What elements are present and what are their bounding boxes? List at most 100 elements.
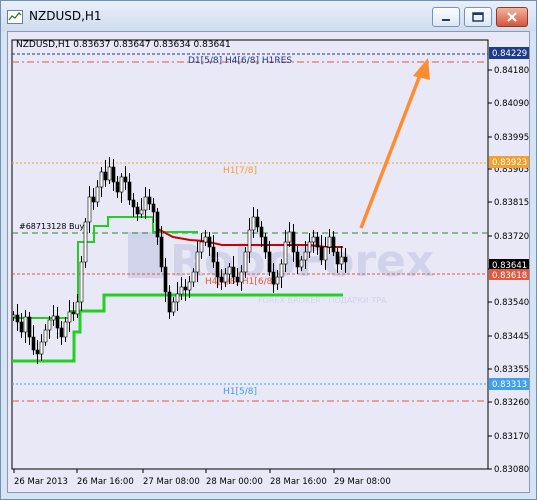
candle-body xyxy=(335,251,340,265)
candle-body xyxy=(247,229,252,253)
candle-body xyxy=(159,236,164,268)
x-tick-label: 28 Mar 00:00 xyxy=(206,477,263,487)
candle-body xyxy=(183,286,188,291)
svg-text:0.83923: 0.83923 xyxy=(492,158,527,168)
candle-body xyxy=(31,336,36,351)
chart-canvas[interactable]: RoboForex FOREX BROKER · ПОДАРКИ ТРА NZD… xyxy=(8,32,529,492)
chart-header: NZDUSD,H1 0.83637 0.83647 0.83634 0.8364… xyxy=(16,40,231,50)
candle-body xyxy=(63,321,68,338)
candle-body xyxy=(263,236,268,253)
candle-body xyxy=(79,261,84,303)
candle-body xyxy=(47,319,52,331)
y-tick-label: 0.83170 xyxy=(494,432,529,442)
y-tick-label: 0.83445 xyxy=(494,332,529,342)
candle-body xyxy=(39,341,44,355)
candle-body xyxy=(127,181,132,201)
candle-body xyxy=(75,301,80,315)
x-tick-label: 26 Mar 2013 xyxy=(14,477,68,487)
price-chart[interactable]: RoboForex FOREX BROKER · ПОДАРКИ ТРА NZD… xyxy=(7,31,530,493)
order-label: #68713128 Buy xyxy=(19,222,85,231)
candle-body xyxy=(135,206,140,215)
candle-body xyxy=(15,314,20,323)
y-tick-label: 0.83995 xyxy=(494,133,529,143)
candle-body xyxy=(303,251,308,261)
forecast-arrow xyxy=(359,58,430,229)
y-tick-label: 0.83815 xyxy=(494,198,529,208)
candle-body xyxy=(95,186,100,203)
candle-body xyxy=(91,196,96,203)
candle-body xyxy=(215,261,220,278)
candle-body xyxy=(43,329,48,343)
y-tick-label: 0.83540 xyxy=(494,298,529,308)
candle-body xyxy=(51,315,56,321)
title-bar[interactable]: NZDUSD,H1 xyxy=(1,1,536,31)
candle-body xyxy=(243,251,248,273)
candle-body xyxy=(103,171,108,181)
chart-icon xyxy=(7,10,23,24)
candle-body xyxy=(119,176,124,193)
candle-body xyxy=(223,273,228,283)
candle-body xyxy=(187,281,192,291)
x-tick-label: 27 Mar 08:00 xyxy=(143,477,200,487)
close-icon xyxy=(507,12,517,22)
price-badge-top: 0.84229 xyxy=(489,47,529,59)
y-tick-label: 0.84180 xyxy=(494,66,529,76)
candle-body xyxy=(111,166,116,183)
candle-body xyxy=(171,301,176,313)
candle-body xyxy=(151,203,156,213)
svg-text:0.84229: 0.84229 xyxy=(492,49,527,59)
candle-body xyxy=(315,236,320,248)
candle-body xyxy=(299,259,304,268)
level-label-h1-78: H1[7/8] xyxy=(223,166,257,176)
candle-body xyxy=(155,211,160,238)
time-axis: 26 Mar 2013 26 Mar 16:00 27 Mar 08:00 28 Ma… xyxy=(13,469,391,487)
candle-body xyxy=(59,327,64,338)
candle-body xyxy=(271,271,276,285)
candle-body xyxy=(343,256,348,263)
candle-body xyxy=(239,271,244,283)
candle-body xyxy=(295,251,300,268)
candle-body xyxy=(207,236,212,248)
x-tick-label: 26 Mar 16:00 xyxy=(77,477,134,487)
candle-body xyxy=(67,311,72,323)
candle-body xyxy=(115,181,120,193)
candle-body xyxy=(275,276,280,285)
minimize-button[interactable] xyxy=(432,7,460,27)
candle-body xyxy=(23,316,28,333)
watermark-subtext: FOREX BROKER · ПОДАРКИ ТРА xyxy=(258,296,387,305)
candle-body xyxy=(331,236,336,253)
y-tick-label: 0.84090 xyxy=(494,99,529,109)
close-button[interactable] xyxy=(496,7,528,27)
price-badge-alt: 0.83618 xyxy=(489,269,529,281)
candle-body xyxy=(179,286,184,295)
candle-body xyxy=(323,246,328,261)
price-badge-h1-78: 0.83923 xyxy=(489,156,529,168)
candle-body xyxy=(251,216,256,231)
candle-body xyxy=(167,291,172,313)
candle-body xyxy=(107,166,112,181)
candle-body xyxy=(199,241,204,253)
candle-body xyxy=(163,266,168,293)
candle-body xyxy=(147,196,152,205)
candle-body xyxy=(279,263,284,278)
candle-body xyxy=(131,199,136,208)
candle-body xyxy=(191,271,196,283)
x-tick-label: 29 Mar 08:00 xyxy=(334,477,391,487)
candle-body xyxy=(259,226,264,238)
candle-body xyxy=(319,246,324,261)
level-label-h1-58: H1[5/8] xyxy=(223,387,257,397)
candle-body xyxy=(231,266,236,278)
chart-window: NZDUSD,H1 RoboForex FOREX BROKER · ПОДАР… xyxy=(0,0,537,500)
candle-body xyxy=(71,311,76,315)
svg-text:0.83618: 0.83618 xyxy=(492,271,527,281)
candle-body xyxy=(143,196,148,211)
candle-body xyxy=(27,316,32,338)
maximize-button[interactable] xyxy=(464,7,492,27)
candle-body xyxy=(311,236,316,243)
candle-body xyxy=(83,221,88,263)
candle-body xyxy=(307,241,312,253)
y-tick-label: 0.83260 xyxy=(494,398,529,408)
y-tick-label: 0.83355 xyxy=(494,365,529,375)
candle-body xyxy=(339,256,344,265)
price-badge-h1-58: 0.83313 xyxy=(489,378,529,390)
